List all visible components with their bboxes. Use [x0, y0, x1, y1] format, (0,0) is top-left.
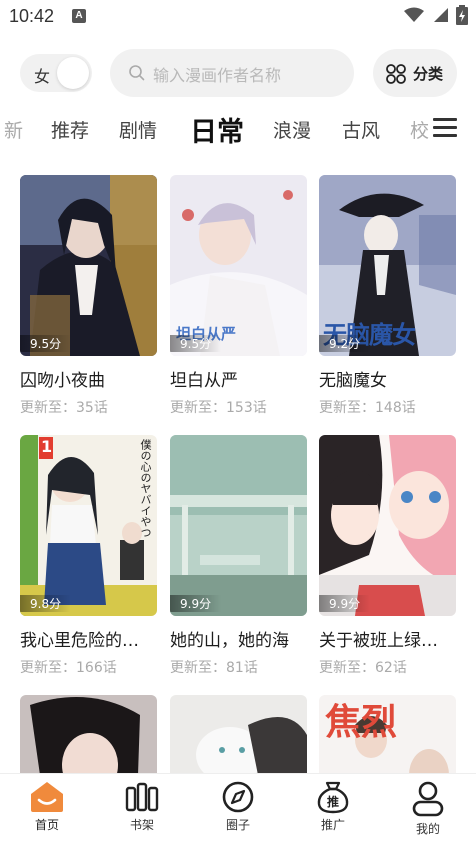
cover-title: 焦烈: [325, 702, 398, 743]
nav-circle[interactable]: 圈子: [203, 780, 273, 833]
signal-icon: [434, 8, 448, 22]
menu-icon[interactable]: [433, 118, 457, 138]
comic-score: 9.9分: [170, 595, 222, 612]
comic-cover[interactable]: 9.9分: [170, 435, 307, 616]
comic-title: 她的山，她的海: [170, 631, 289, 651]
notification-a-icon: A: [72, 9, 86, 23]
comic-cover[interactable]: 9.9分: [319, 435, 456, 616]
tab-plot[interactable]: 剧情: [119, 116, 157, 143]
comic-update: 更新至：166话: [20, 660, 117, 676]
comic-score: 9.9分: [319, 595, 371, 612]
status-bar: 10:42 A: [0, 0, 476, 34]
compass-icon: [222, 781, 254, 813]
wifi-icon: [404, 7, 424, 22]
nav-label: 书架: [129, 818, 154, 832]
comic-card[interactable]: 9.9分 她的山，她的海 更新至：81话: [170, 435, 307, 677]
comic-score: 9.5分: [20, 335, 72, 352]
comic-card[interactable]: 无脑魔女 9.2分 无脑魔女 更新至：148话: [319, 175, 456, 417]
search-input[interactable]: 输入漫画作者名称: [110, 49, 354, 97]
bookshelf-icon: [125, 782, 159, 812]
comic-title: 我心里危险的…: [20, 631, 139, 651]
tab-daily[interactable]: 日常: [190, 110, 244, 149]
category-tabs: 新 推荐 剧情 日常 浪漫 古风 校: [0, 108, 430, 152]
home-icon: [31, 782, 63, 812]
promo-bag-icon: 推: [317, 781, 349, 814]
battery-icon: [456, 5, 468, 25]
toggle-knob: [57, 57, 89, 89]
gender-toggle[interactable]: 女: [20, 54, 92, 92]
comic-card[interactable]: 9.5分 囚吻小夜曲 更新至：35话: [20, 175, 157, 417]
nav-label: 首页: [34, 818, 59, 832]
comic-card[interactable]: 坦白从严 9.5分 坦白从严 更新至：153话: [170, 175, 307, 417]
category-label: 分类: [413, 65, 444, 83]
comic-score: 9.8分: [20, 595, 72, 612]
cover-volume: 1: [41, 437, 53, 456]
tab-romance[interactable]: 浪漫: [273, 116, 311, 143]
category-button[interactable]: 分类: [373, 49, 457, 97]
tab-ancient[interactable]: 古风: [342, 116, 380, 143]
comic-cover[interactable]: 1 僕の心のヤバイやつ 9.8分: [20, 435, 157, 616]
nav-home[interactable]: 首页: [12, 780, 82, 833]
comic-title: 囚吻小夜曲: [20, 371, 105, 391]
category-grid-icon: [386, 64, 406, 84]
gender-label: 女: [34, 67, 51, 86]
comic-update: 更新至：81话: [170, 660, 258, 676]
nav-profile[interactable]: 我的: [393, 780, 463, 837]
comic-card[interactable]: 9.9分 关于被班上绿… 更新至：62话: [319, 435, 456, 677]
profile-icon: [412, 781, 444, 817]
nav-label: 圈子: [225, 818, 250, 832]
nav-bookshelf[interactable]: 书架: [107, 780, 177, 833]
comic-title: 关于被班上绿…: [319, 631, 438, 651]
cover-title: 僕の心のヤバイやつ: [139, 439, 152, 538]
comic-title: 无脑魔女: [319, 371, 387, 391]
bottom-nav: 首页 书架 圈子 推 推广 我的: [0, 773, 476, 846]
nav-label: 推广: [320, 818, 345, 832]
comic-cover[interactable]: 9.5分: [20, 175, 157, 356]
comic-update: 更新至：35话: [20, 400, 108, 416]
status-time: 10:42: [9, 6, 55, 26]
comic-score: 9.2分: [319, 335, 371, 352]
comic-title: 坦白从严: [170, 371, 238, 391]
tab-new[interactable]: 新: [4, 116, 23, 143]
comic-cover[interactable]: 无脑魔女 9.2分: [319, 175, 456, 356]
comic-score: 9.5分: [170, 335, 222, 352]
svg-text:推: 推: [327, 794, 339, 809]
tab-recommend[interactable]: 推荐: [51, 116, 89, 143]
comic-update: 更新至：153话: [170, 400, 267, 416]
nav-label: 我的: [415, 822, 440, 836]
search-icon: [129, 65, 145, 81]
status-icons: [404, 5, 468, 25]
comic-update: 更新至：62话: [319, 660, 407, 676]
comic-cover[interactable]: 坦白从严 9.5分: [170, 175, 307, 356]
comic-update: 更新至：148话: [319, 400, 416, 416]
nav-promo[interactable]: 推 推广: [298, 780, 368, 833]
search-placeholder: 输入漫画作者名称: [153, 66, 282, 85]
tab-school[interactable]: 校: [410, 116, 429, 143]
comic-card[interactable]: 1 僕の心のヤバイやつ 9.8分 我心里危险的… 更新至：166话: [20, 435, 157, 677]
